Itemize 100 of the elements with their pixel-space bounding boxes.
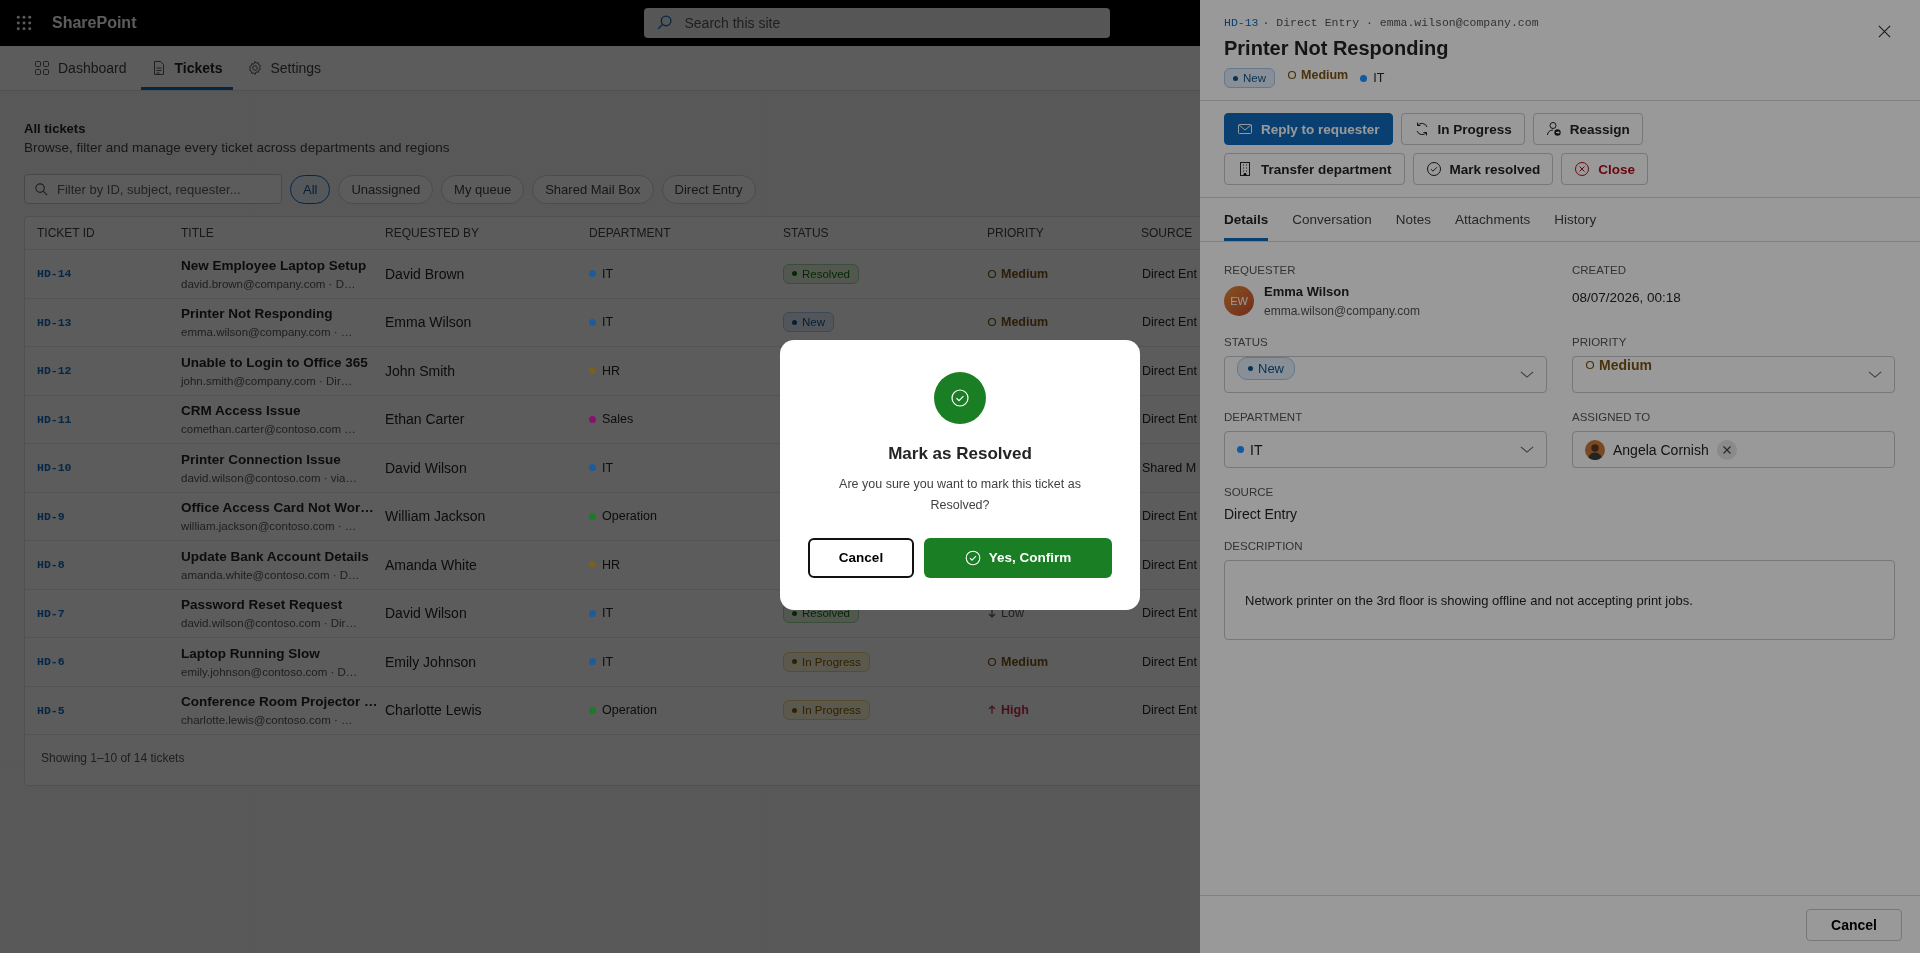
column-header: STATUS [782,226,830,240]
ticket-id[interactable]: HD-5 [37,703,65,717]
priority-label: Medium [1287,68,1349,82]
search-field[interactable]: Search this site [644,8,1111,38]
ticket-title: Printer Not Responding [181,306,334,322]
filter-chip[interactable]: Unassigned [338,174,434,204]
created-date: 08/07/2026, 00:18 [1572,290,1682,305]
close-icon[interactable] [1877,24,1892,39]
source-label: Shared M [1142,460,1197,475]
reply-button[interactable]: Reply to requester [1224,113,1393,145]
ticket-id[interactable]: HD-14 [37,267,72,281]
priority-label: Medium [1585,357,1652,373]
assignee-field[interactable]: Angela Cornish [1572,431,1895,468]
ticket-subtitle: emma.wilson@company.com · … [181,326,354,339]
remove-icon[interactable] [1716,439,1737,460]
app-name[interactable]: SharePoint [52,14,137,32]
detail-tab[interactable]: History [1554,198,1597,241]
column-header: TICKET ID [36,226,96,240]
requester-name: Charlotte Lewis [385,702,482,719]
table-footer: Showing 1–10 of 14 tickets [25,735,1225,785]
ticket-id[interactable]: HD-8 [37,558,65,572]
ticket-title: Printer Not Responding [1224,37,1450,60]
department-dropdown[interactable]: IT [1224,431,1547,468]
ticket-subtitle: david.wilson@contoso.com · via… [181,471,358,484]
priority-label: Medium [987,654,1049,669]
requester-name: David Wilson [385,459,467,476]
source-label: Direct Ent [1142,315,1197,330]
search-icon [34,182,49,197]
field-label: STATUS [1224,336,1269,348]
source-label: Direct Ent [1142,654,1197,669]
filter-chip[interactable]: All [290,174,331,204]
arrow-down-icon [987,608,997,619]
ticket-id[interactable]: HD-7 [37,606,65,620]
department-label: IT [602,315,614,330]
requester-name: Emily Johnson [385,653,477,670]
priority-label: High [987,703,1029,718]
field-label: DEPARTMENT [1224,411,1304,423]
cancel-button[interactable]: Cancel [808,537,914,578]
transfer-button[interactable]: Transfer department [1224,153,1405,185]
filter-chip[interactable]: My queue [441,174,525,204]
ticket-subtitle: comethan.carter@contoso.com … [181,423,357,436]
column-header: PRIORITY [986,226,1045,240]
filter-field[interactable]: Filter by ID, subject, requester... [24,174,282,204]
detail-tab[interactable]: Details [1224,198,1269,241]
column-header: DEPARTMENT [588,226,672,240]
circle-icon [1287,70,1297,80]
circle-icon [987,268,997,279]
status-badge: Resolved [783,263,859,284]
source-label: Direct Ent [1142,509,1197,524]
ticket-subtitle: amanda.white@contoso.com · D… [181,568,361,581]
requester-name: John Smith [385,362,456,379]
department-label: IT [1250,441,1263,458]
grid-icon [34,60,50,76]
source-label: Direct Ent [1142,703,1197,718]
priority-dropdown[interactable]: Medium [1572,356,1895,393]
ticket-id[interactable]: HD-6 [37,655,65,669]
cancel-button[interactable]: Cancel [1806,908,1902,941]
field-label: DESCRIPTION [1224,540,1304,552]
field-label: REQUESTER [1224,264,1297,276]
detail-tab[interactable]: Attachments [1455,198,1531,241]
ticket-id[interactable]: HD-13 [37,315,72,329]
department-label: IT [602,266,614,281]
ticket-title: New Employee Laptop Setup [181,257,368,273]
ticket-subtitle: william.jackson@contoso.com · … [181,520,358,533]
resolve-button[interactable]: Mark resolved [1412,153,1554,185]
reassign-button[interactable]: Reassign [1532,113,1643,145]
checkmark-circle-icon [964,549,981,566]
close-button[interactable]: Close [1561,153,1649,185]
ticket-id: HD-13 [1224,16,1259,29]
progress-button[interactable]: In Progress [1400,113,1525,145]
department-label: HR [602,557,621,572]
nav-tab[interactable]: Dashboard [24,46,137,90]
detail-tab[interactable]: Conversation [1292,198,1372,241]
detail-tab[interactable]: Notes [1395,198,1432,241]
ticket-id[interactable]: HD-10 [37,461,72,475]
chevron-down-icon [1520,370,1534,379]
nav-tab[interactable]: Tickets [140,46,233,90]
app-launcher-icon[interactable] [16,15,32,31]
confirm-button[interactable]: Yes, Confirm [924,537,1112,578]
filter-chip[interactable]: Direct Entry [661,174,756,204]
ticket-id[interactable]: HD-11 [37,412,72,426]
filter-chip[interactable]: Shared Mail Box [532,174,654,204]
requester-name: Emma Wilson [1264,284,1351,299]
status-dropdown[interactable]: New [1224,356,1547,393]
requester-name: David Wilson [385,605,467,622]
nav-tab[interactable]: Settings [236,46,332,90]
page-title: All tickets [24,121,87,136]
checkmark-circle-icon [934,371,986,424]
requester-name: William Jackson [385,508,486,525]
ticket-subtitle: john.smith@company.com · Dir… [181,374,354,387]
department-label: Sales [602,412,634,427]
search-icon [656,14,674,31]
source-label: Direct Ent [1142,606,1197,621]
ticket-id[interactable]: HD-9 [37,509,65,523]
circle-icon [987,317,997,328]
priority-label: Low [987,606,1024,621]
requester-name: David Brown [385,265,465,282]
ticket-id[interactable]: HD-12 [37,364,72,378]
mail-icon [1237,121,1253,137]
status-badge: In Progress [783,700,870,721]
